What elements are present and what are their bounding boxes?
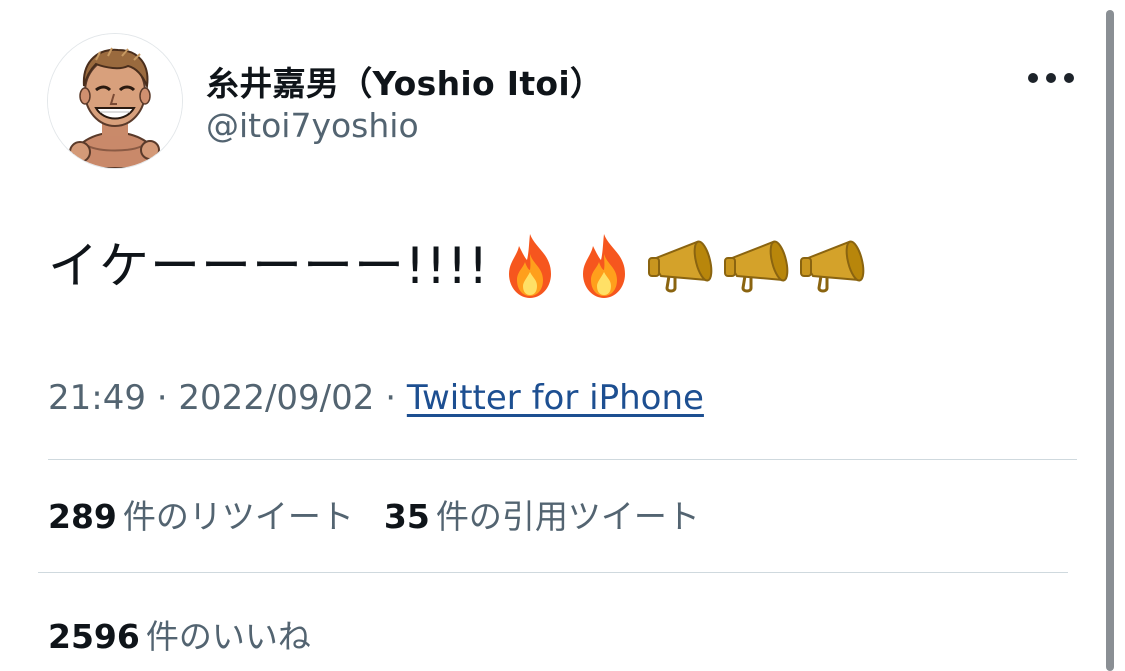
fire-emoji-icon <box>583 234 626 298</box>
divider <box>38 572 1068 573</box>
megaphone-emoji-icon <box>800 240 865 293</box>
retweets-stat[interactable]: 289 件のリツイート <box>48 490 354 538</box>
megaphone-emoji-icon <box>724 240 789 293</box>
tweet-text: イケーーーーー!!!! <box>48 231 875 301</box>
more-dot <box>1064 73 1074 83</box>
quote-count: 35 <box>383 497 430 536</box>
meta-separator: · <box>374 378 407 418</box>
tweet-meta: 21:49 · 2022/09/02 · Twitter for iPhone <box>48 378 704 418</box>
quote-label: 件の引用ツイート <box>435 497 700 536</box>
more-dot <box>1046 73 1056 83</box>
tweet-text-body: イケーーーーー!!!! <box>48 237 490 295</box>
avatar-caricature-image <box>48 34 182 168</box>
megaphone-emoji-icon <box>648 240 713 293</box>
quotes-stat[interactable]: 35 件の引用ツイート <box>384 490 700 538</box>
retweet-label: 件のリツイート <box>122 497 354 536</box>
like-count: 2596 <box>48 617 140 656</box>
more-dot <box>1028 73 1038 83</box>
more-options-icon[interactable] <box>1028 72 1074 84</box>
retweet-count: 289 <box>48 497 117 536</box>
tweet-source-link[interactable]: Twitter for iPhone <box>407 378 704 418</box>
author-handle[interactable]: @itoi7yoshio <box>206 106 419 145</box>
engagement-stats: 289 件のリツイート 35 件の引用ツイート <box>48 490 730 538</box>
author-avatar[interactable] <box>48 34 182 168</box>
like-label: 件のいいね <box>145 617 311 656</box>
fire-emoji-icon <box>509 234 552 298</box>
likes-stat[interactable]: 2596 件のいいね <box>48 610 341 658</box>
meta-separator: · <box>145 378 179 418</box>
scrollbar[interactable] <box>1106 10 1114 671</box>
author-display-name[interactable]: 糸井嘉男（Yoshio Itoi） <box>206 57 603 105</box>
tweet-date[interactable]: 2022/09/02 <box>178 378 374 418</box>
divider <box>48 459 1077 460</box>
tweet-emoji-row <box>499 232 875 300</box>
tweet-time[interactable]: 21:49 <box>48 378 146 418</box>
